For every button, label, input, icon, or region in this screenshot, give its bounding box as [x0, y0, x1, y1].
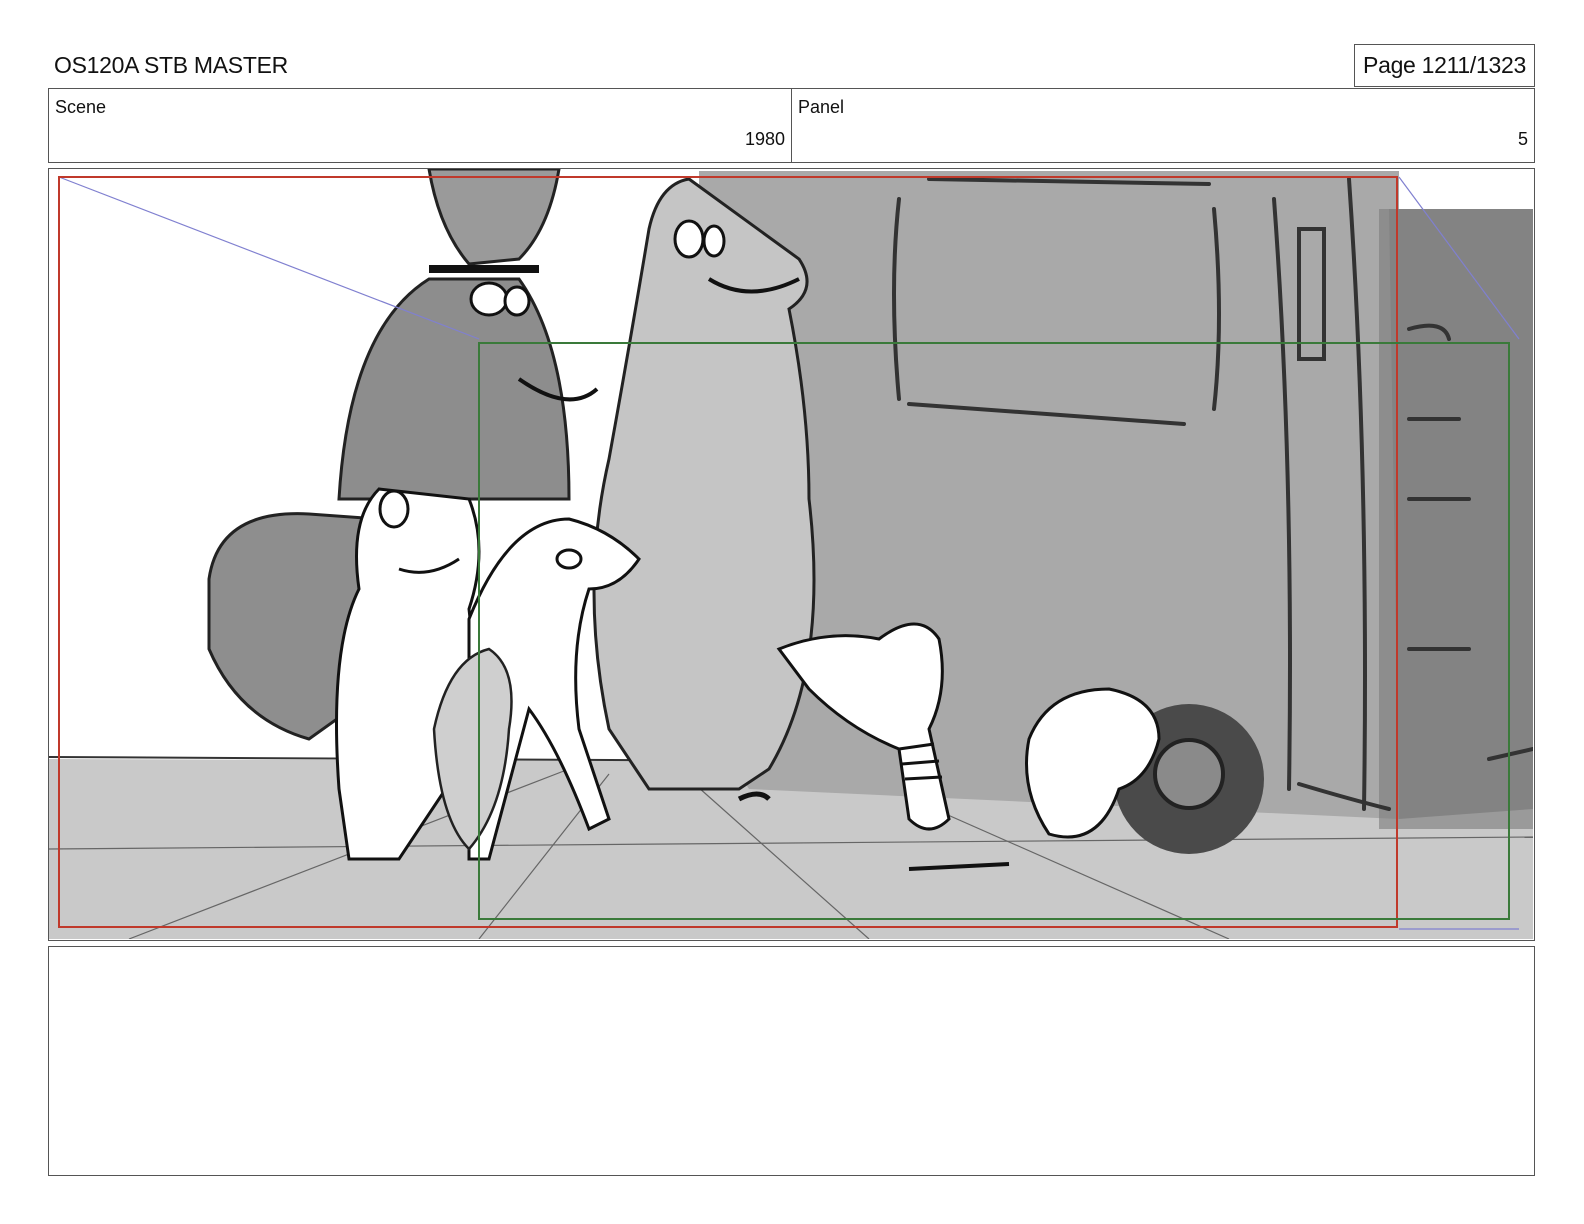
scene-label: Scene — [55, 97, 107, 117]
panel-label: Panel — [798, 97, 845, 117]
page-number-box: Page 1211/1323 — [1354, 44, 1535, 87]
panel-value: 5 — [1517, 129, 1528, 149]
storyboard-frame — [48, 168, 1535, 941]
panel-cell: Panel 5 — [791, 89, 1534, 162]
storyboard-sketch — [49, 169, 1533, 939]
info-row: Scene 1980 Panel 5 — [48, 88, 1535, 163]
document-title: OS120A STB MASTER — [54, 52, 288, 78]
scene-value: 1980 — [744, 129, 785, 149]
notes-box — [48, 946, 1535, 1176]
scene-cell: Scene 1980 — [49, 89, 791, 162]
